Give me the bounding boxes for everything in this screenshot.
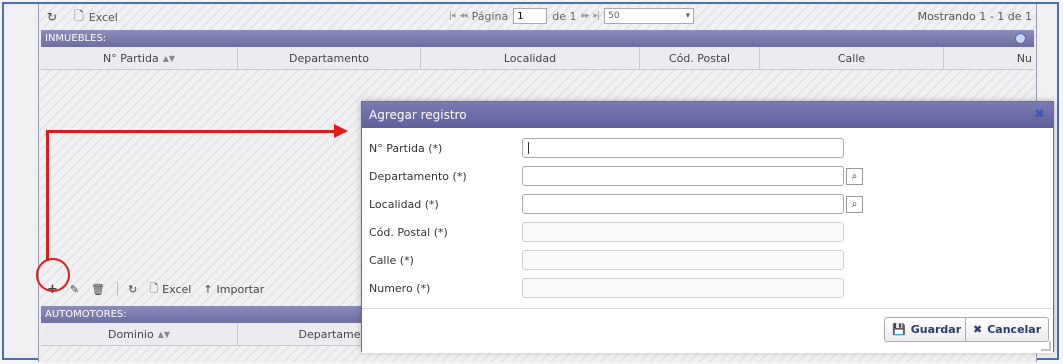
import-button[interactable]: ↑ Importar <box>203 283 264 296</box>
collapse-icon[interactable] <box>1015 33 1026 44</box>
annotation-arrow <box>46 131 49 261</box>
field-label: Departamento (*) <box>369 169 467 183</box>
column-dominio[interactable]: Dominio ▲▼ <box>41 323 238 345</box>
column-localidad[interactable]: Localidad <box>421 47 640 69</box>
text-caret <box>528 142 529 154</box>
field-label: Numero (*) <box>369 281 431 295</box>
localidad-input[interactable] <box>522 194 844 214</box>
close-icon[interactable]: ✖ <box>1034 107 1045 122</box>
column-label: Departame <box>298 327 361 341</box>
numero-input[interactable] <box>522 278 844 298</box>
refresh-button[interactable]: ↻ <box>47 10 62 24</box>
column-departamento[interactable]: Departamento <box>238 47 421 69</box>
dialog-footer: 💾 Guardar ✖ Cancelar <box>362 308 1053 353</box>
records-count: Mostrando 1 - 1 de 1 <box>917 10 1032 23</box>
save-button[interactable]: 💾 Guardar <box>884 317 970 342</box>
page-size-select[interactable]: 50 ▾ <box>604 8 695 24</box>
inmuebles-header: INMUEBLES: <box>41 30 1034 47</box>
field-label: Cód. Postal (*) <box>369 225 448 239</box>
field-label: Calle (*) <box>369 253 414 267</box>
automotores-title: AUTOMOTORES: <box>45 309 127 320</box>
refresh-icon: ↻ <box>47 10 58 24</box>
page-of-label: de 1 <box>552 9 577 23</box>
search-icon: ⌕ <box>851 198 858 210</box>
cancel-label: Cancelar <box>987 323 1042 336</box>
annotation-circle <box>36 258 70 292</box>
inmuebles-toolbar: + ✎ 🗑 ↻ 🗋 Excel ↑ Importar <box>41 275 276 303</box>
save-label: Guardar <box>910 323 962 336</box>
departamento-lookup-button[interactable]: ⌕ <box>846 167 863 185</box>
inmuebles-column-header: N° Partida ▲▼ Departamento Localidad Cód… <box>41 47 1034 70</box>
field-localidad: Localidad (*) ⌕ <box>362 191 1053 217</box>
toolbar-separator <box>117 282 119 296</box>
dialog-titlebar[interactable]: Agregar registro ✖ <box>362 102 1053 128</box>
column-label: Nu <box>1016 51 1032 65</box>
prev-page-icon[interactable]: ◂◂ <box>460 11 468 21</box>
refresh-icon: ↻ <box>128 282 138 296</box>
calle-input[interactable] <box>522 250 844 270</box>
import-label: Importar <box>216 282 265 296</box>
edit-button[interactable]: ✎ <box>70 283 79 296</box>
cod-postal-input[interactable] <box>522 222 844 242</box>
trash-icon: 🗑 <box>91 282 106 296</box>
close-icon: ✖ <box>973 323 983 336</box>
first-page-icon[interactable]: |◂ <box>449 11 455 21</box>
column-label: Dominio <box>107 327 154 341</box>
inmuebles-title: INMUEBLES: <box>45 33 107 44</box>
field-label: Localidad (*) <box>369 197 439 211</box>
column-n-partida[interactable]: N° Partida ▲▼ <box>41 47 238 69</box>
sort-icon: ▲▼ <box>157 329 171 339</box>
column-cod-postal[interactable]: Cód. Postal <box>640 47 760 69</box>
last-page-icon[interactable]: ▸| <box>594 11 600 21</box>
excel-export-button[interactable]: 🗋 Excel <box>149 280 191 299</box>
sort-icon: ▲▼ <box>162 53 176 63</box>
floppy-icon: 💾 <box>892 323 906 336</box>
field-numero: Numero (*) <box>362 275 1053 301</box>
column-label: Localidad <box>503 51 557 65</box>
chevron-down-icon: ▾ <box>685 11 691 21</box>
excel-label: Excel <box>88 10 118 24</box>
field-n-partida: N° Partida (*) <box>362 135 1053 161</box>
pencil-icon: ✎ <box>69 282 80 296</box>
departamento-input[interactable] <box>522 166 844 186</box>
field-calle: Calle (*) <box>362 247 1053 273</box>
refresh-button[interactable]: ↻ <box>128 283 137 296</box>
document-icon: 🗋 <box>149 281 159 295</box>
pager: |◂ ◂◂ Página de 1 ▸▸ ▸| 50 ▾ <box>449 8 695 24</box>
excel-export-button[interactable]: 🗋 Excel <box>74 7 118 28</box>
resize-handle[interactable] <box>1041 341 1051 351</box>
annotation-arrowhead <box>334 124 348 138</box>
dialog-title: Agregar registro <box>369 108 467 122</box>
annotation-arrow <box>46 130 336 133</box>
add-record-dialog: Agregar registro ✖ N° Partida (*) Depart… <box>361 101 1054 353</box>
column-label: Departamento <box>288 51 370 65</box>
excel-label: Excel <box>162 282 192 296</box>
column-label: Cód. Postal <box>668 51 731 65</box>
localidad-lookup-button[interactable]: ⌕ <box>846 195 863 213</box>
field-departamento: Departamento (*) ⌕ <box>362 163 1053 189</box>
field-cod-postal: Cód. Postal (*) <box>362 219 1053 245</box>
n-partida-input[interactable] <box>522 138 844 158</box>
page-input[interactable] <box>513 8 548 24</box>
upload-icon: ↑ <box>203 282 213 296</box>
cancel-button[interactable]: ✖ Cancelar <box>965 317 1050 342</box>
page-size-value: 50 <box>608 11 620 21</box>
delete-button[interactable]: 🗑 <box>91 283 105 296</box>
field-label: N° Partida (*) <box>369 141 443 155</box>
search-icon: ⌕ <box>851 170 858 182</box>
column-label: Calle <box>837 51 866 65</box>
column-numero[interactable]: Nu <box>944 47 1034 69</box>
next-page-icon[interactable]: ▸▸ <box>582 11 590 21</box>
page-label: Página <box>471 9 509 23</box>
document-icon: 🗋 <box>74 8 84 23</box>
column-label: N° Partida <box>102 51 159 65</box>
column-calle[interactable]: Calle <box>760 47 944 69</box>
